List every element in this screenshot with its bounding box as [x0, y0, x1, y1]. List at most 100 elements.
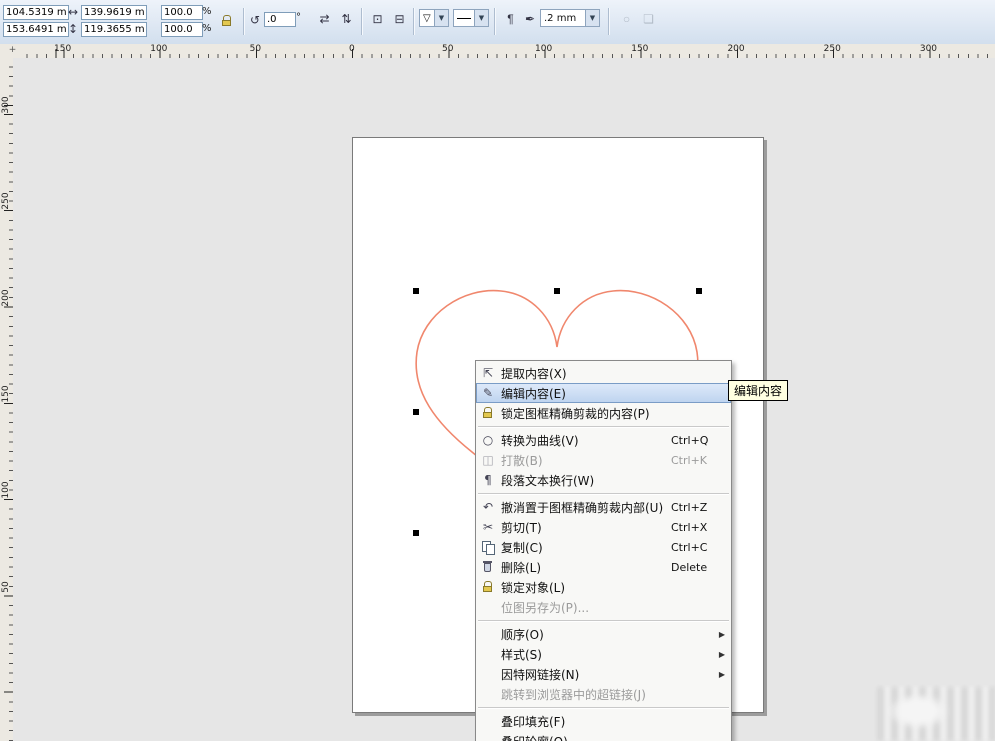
lock-ratio-button[interactable]	[216, 10, 237, 31]
toolbar-separator	[494, 8, 495, 35]
menu-item-label: 样式(S)	[501, 646, 671, 663]
menu-item[interactable]: 跳转到浏览器中的超链接(J)	[476, 684, 731, 704]
selection-handle[interactable]	[413, 530, 419, 536]
v-ruler-label: 150	[1, 384, 11, 404]
menu-item[interactable]: 剪切(T)Ctrl+X	[476, 517, 731, 537]
toolbar-separator	[608, 8, 609, 35]
scale-y-input[interactable]	[161, 22, 203, 37]
h-ruler-label: 100	[535, 44, 552, 54]
object-width-input[interactable]	[81, 5, 147, 20]
menu-separator	[478, 426, 729, 427]
horizontal-ruler[interactable]: 15010050050100150200250300	[25, 44, 995, 59]
menu-item[interactable]: 提取内容(X)	[476, 363, 731, 383]
ruler-origin[interactable]: +	[0, 44, 26, 59]
menu-item-label: 锁定对象(L)	[501, 579, 671, 596]
outline-width-select[interactable]: .2 mm ▼	[540, 9, 600, 27]
menu-separator	[478, 493, 729, 494]
scale-y-percent-label: %	[202, 23, 212, 34]
v-ruler-label: 100	[1, 480, 11, 500]
toolbar-separator	[361, 8, 362, 35]
toolbar-separator	[413, 8, 414, 35]
outline-width-value: .2 mm	[541, 13, 585, 24]
convert-to-curves-icon	[480, 432, 496, 448]
tooltip: 编辑内容	[728, 380, 788, 401]
menu-item-shortcut: Delete	[671, 561, 727, 574]
v-ruler-label: 250	[1, 191, 11, 211]
selection-handle[interactable]	[554, 288, 560, 294]
v-ruler-label: 300	[1, 95, 11, 115]
no-icon	[480, 733, 496, 741]
corner-style-button-b[interactable]: ⊟	[389, 9, 410, 30]
menu-item-label: 跳转到浏览器中的超链接(J)	[501, 686, 671, 703]
context-menu: 提取内容(X) 编辑内容(E)锁定图框精确剪裁的内容(P) 转换为曲线(V)Ctrl…	[475, 360, 732, 741]
undo-icon	[480, 499, 496, 515]
submenu-arrow-icon: ▶	[719, 650, 725, 659]
menu-item[interactable]: 锁定对象(L)	[476, 577, 731, 597]
menu-item-shortcut: Ctrl+X	[671, 521, 727, 534]
menu-item-label: 删除(L)	[501, 559, 671, 576]
vertical-ruler[interactable]: 30025020015010050	[0, 58, 14, 741]
submenu-arrow-icon: ▶	[719, 630, 725, 639]
dropdown-arrow-icon: ▼	[585, 10, 599, 26]
menu-item[interactable]: 打散(B)Ctrl+K	[476, 450, 731, 470]
line-style-select[interactable]: ▼	[453, 9, 489, 27]
frame-tool-button[interactable]: ❏	[638, 9, 659, 30]
mirror-horizontal-button[interactable]: ⇄	[314, 9, 335, 30]
outline-pen-icon: ✒	[525, 12, 535, 26]
wrap-paragraph-text-button[interactable]: ¶	[500, 9, 521, 30]
submenu-arrow-icon: ▶	[719, 670, 725, 679]
menu-item[interactable]: 位图另存为(P)...	[476, 597, 731, 617]
position-y-input[interactable]	[3, 22, 69, 37]
position-x-input[interactable]	[3, 5, 69, 20]
menu-item[interactable]: 段落文本换行(W)	[476, 470, 731, 490]
scale-x-input[interactable]	[161, 5, 203, 20]
v-ruler-label: 200	[1, 288, 11, 308]
extract-contents-icon	[480, 365, 496, 381]
selection-handle[interactable]	[413, 288, 419, 294]
arrowhead-select[interactable]: ▽ ▼	[419, 9, 449, 27]
dropdown-arrow-icon: ▼	[474, 10, 488, 26]
menu-item[interactable]: 叠印填充(F)	[476, 711, 731, 731]
rotate-icon: ↺	[250, 13, 260, 27]
menu-item[interactable]: 删除(L)Delete	[476, 557, 731, 577]
scale-x-percent-label: %	[202, 6, 212, 17]
menu-item-label: 复制(C)	[501, 539, 671, 556]
menu-item[interactable]: 因特网链接(N) ▶	[476, 664, 731, 684]
menu-item[interactable]: 样式(S) ▶	[476, 644, 731, 664]
menu-item-label: 段落文本换行(W)	[501, 472, 671, 489]
selection-handle[interactable]	[413, 409, 419, 415]
wrap-text-icon	[480, 472, 496, 488]
object-height-input[interactable]	[81, 22, 147, 37]
object-width-icon: ↔	[68, 5, 78, 19]
menu-item[interactable]: 锁定图框精确剪裁的内容(P)	[476, 403, 731, 423]
menu-item[interactable]: 撤消置于图框精确剪裁内部(U)Ctrl+Z	[476, 497, 731, 517]
mirror-vertical-button[interactable]: ⇅	[336, 9, 357, 30]
zoom-tool-button[interactable]: ○	[616, 9, 637, 30]
edit-contents-icon	[480, 385, 496, 401]
selection-handle[interactable]	[696, 288, 702, 294]
menu-item[interactable]: 复制(C)Ctrl+C	[476, 537, 731, 557]
cut-icon	[480, 519, 496, 535]
menu-item-label: 因特网链接(N)	[501, 666, 671, 683]
h-ruler-label: 50	[250, 44, 261, 54]
no-icon	[480, 686, 496, 702]
lock-object-icon	[480, 579, 496, 595]
copy-icon	[480, 539, 496, 555]
menu-item[interactable]: 转换为曲线(V)Ctrl+Q	[476, 430, 731, 450]
menu-item[interactable]: 编辑内容(E)	[476, 383, 731, 403]
menu-item-label: 编辑内容(E)	[501, 385, 671, 402]
menu-item-label: 顺序(O)	[501, 626, 671, 643]
coreldraw-window: ↔ ↕ % % ↺ ° ⇄ ⇅ ⊡ ⊟ ▽ ▼ ▼ ¶ ✒ .2 mm	[0, 0, 995, 741]
no-icon	[480, 666, 496, 682]
menu-item-shortcut: Ctrl+Z	[671, 501, 727, 514]
menu-item-shortcut: Ctrl+C	[671, 541, 727, 554]
h-ruler-label: 150	[631, 44, 648, 54]
menu-item-label: 撤消置于图框精确剪裁内部(U)	[501, 499, 671, 516]
menu-item[interactable]: 顺序(O) ▶	[476, 624, 731, 644]
corner-style-button-a[interactable]: ⊡	[367, 9, 388, 30]
no-icon	[480, 599, 496, 615]
rotation-input[interactable]	[264, 12, 296, 27]
h-ruler-label: 50	[442, 44, 453, 54]
menu-item[interactable]: 叠印轮廓(O)...	[476, 731, 731, 741]
arrowhead-icon: ▽	[420, 13, 434, 24]
